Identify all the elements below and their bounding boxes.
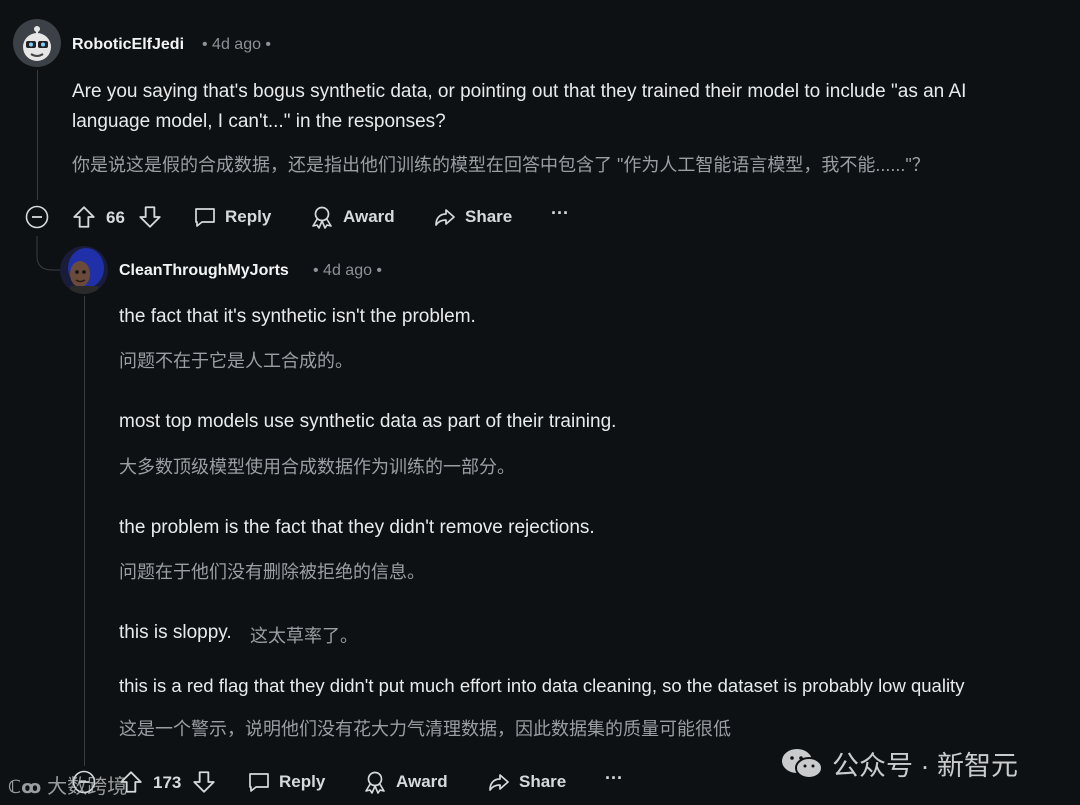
share-icon [435, 209, 455, 226]
award-icon [365, 771, 385, 794]
award-button[interactable]: Award [362, 770, 448, 794]
comment-translation-2: 大多数顶级模型使用合成数据作为训练的一部分。 [119, 457, 515, 477]
comment-text-line1: Are you saying that's bogus synthetic da… [72, 81, 967, 102]
collapse-icon [25, 205, 49, 229]
share-label: Share [519, 772, 567, 791]
watermark-left-text: 大数跨境 [47, 776, 128, 798]
more-icon: ··· [551, 203, 569, 223]
collapse-button[interactable] [25, 205, 49, 229]
comment-paragraph-5: this is a red flag that they didn't put … [119, 675, 965, 696]
comment-paragraph-2: most top models use synthetic data as pa… [119, 411, 617, 432]
reply-label: Reply [279, 772, 326, 791]
avatar[interactable] [13, 19, 61, 67]
username[interactable]: CleanThroughMyJorts [119, 262, 289, 280]
avatar[interactable] [60, 246, 108, 294]
comment-translation-3: 问题在于他们没有删除被拒绝的信息。 [119, 562, 425, 582]
comment-translation: 你是说这是假的合成数据，还是指出他们训练的模型在回答中包含了 "作为人工智能语言… [72, 155, 930, 175]
comment-icon [249, 773, 269, 792]
comment-icon [195, 208, 215, 227]
thread-line-child [84, 296, 85, 766]
share-button[interactable]: Share [433, 205, 512, 229]
comment-text-line2: language model, I can't..." in the respo… [72, 111, 446, 132]
comment-paragraph-4: this is sloppy. [119, 622, 232, 643]
award-label: Award [396, 772, 448, 791]
downvote-icon [139, 206, 161, 228]
reply-label: Reply [225, 207, 272, 226]
wechat-icon [782, 748, 823, 779]
comment-translation-1: 问题不在于它是人工合成的。 [119, 351, 353, 371]
more-icon: ··· [605, 768, 623, 788]
watermark-right: 公众号 · 新智元 [780, 744, 1018, 783]
more-options-button[interactable]: ··· [551, 203, 569, 224]
share-label: Share [465, 207, 513, 226]
award-label: Award [343, 207, 395, 226]
upvote-icon [73, 206, 95, 228]
comment-paragraph-1: the fact that it's synthetic isn't the p… [119, 306, 476, 327]
reply-button[interactable]: Reply [193, 205, 271, 229]
award-button[interactable]: Award [309, 205, 395, 229]
comment-meta: • 4d ago • [202, 36, 272, 53]
watermark-right-text: 公众号 · 新智元 [832, 751, 1018, 781]
upvote-button[interactable] [71, 204, 97, 230]
vote-count: 173 [153, 773, 182, 792]
downvote-button[interactable] [191, 769, 217, 795]
watermark-left: ℂꝏ 大数跨境 [8, 770, 127, 799]
thread-line-main [37, 70, 38, 200]
downvote-icon [193, 771, 215, 793]
award-icon [312, 206, 332, 229]
comment-translation-5: 这是一个警示，说明他们没有花大力气清理数据，因此数据集的质量可能很低 [119, 719, 731, 739]
share-button[interactable]: Share [487, 770, 566, 794]
comment-meta: • 4d ago • [313, 262, 383, 279]
vote-count: 66 [106, 208, 125, 227]
share-icon [489, 774, 509, 791]
comment-paragraph-3: the problem is the fact that they didn't… [119, 517, 595, 538]
downvote-button[interactable] [137, 204, 163, 230]
username[interactable]: RoboticElfJedi [72, 36, 184, 54]
watermark-left-logo: ℂꝏ [8, 777, 42, 797]
more-options-button[interactable]: ··· [605, 768, 623, 789]
comment-translation-4: 这太草率了。 [250, 626, 358, 646]
reply-button[interactable]: Reply [247, 770, 325, 794]
